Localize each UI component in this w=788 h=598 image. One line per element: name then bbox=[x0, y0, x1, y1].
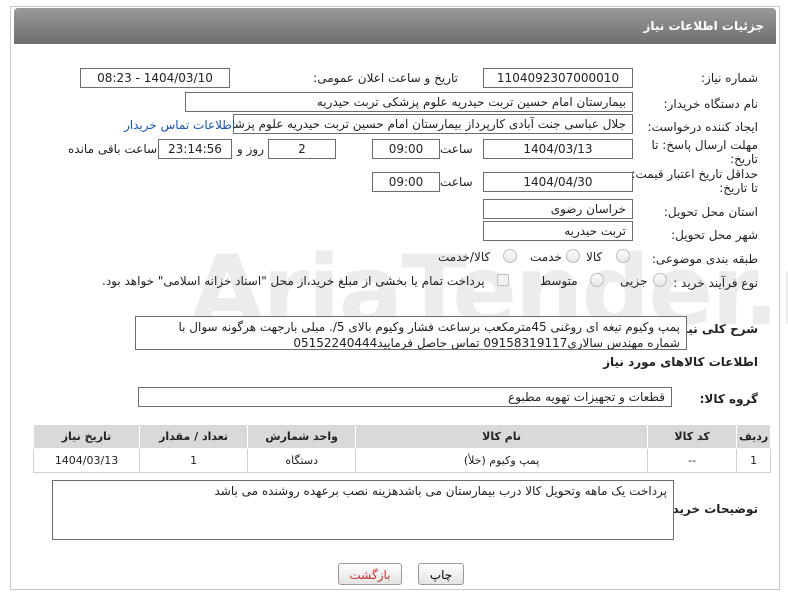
col-row-number: ردیف bbox=[736, 424, 771, 449]
price-time-label: ساعت bbox=[440, 175, 473, 189]
treasury-payment-checkbox[interactable] bbox=[497, 274, 509, 286]
category-goods-label: کالا bbox=[586, 250, 603, 264]
deadline-label-date: تاریخ: bbox=[730, 152, 758, 166]
deadline-date-field[interactable]: 1404/03/13 bbox=[483, 139, 633, 159]
category-goods-radio[interactable] bbox=[616, 249, 630, 263]
deadline-time-label: ساعت bbox=[440, 142, 473, 156]
days-remaining-field[interactable]: 2 bbox=[268, 139, 336, 159]
price-validity-label: حداقل تاریخ اعتبار قیمت: bbox=[631, 167, 758, 181]
cell-item-name: پمپ وکیوم (خلأ) bbox=[355, 448, 648, 473]
col-need-date: تاریخ نیاز bbox=[32, 424, 141, 449]
buyer-notes-textarea[interactable]: پرداخت یک ماهه وتحویل کالا درب بیمارستان… bbox=[52, 480, 674, 540]
buyer-org-label: نام دستگاه خریدار: bbox=[663, 97, 759, 111]
col-item-name: نام کالا bbox=[355, 424, 648, 449]
cell-unit: دستگاه bbox=[247, 448, 357, 473]
buyer-org-field[interactable]: بیمارستان امام حسین تربت حیدریه علوم پزش… bbox=[185, 92, 633, 112]
process-type-label: نوع فرآیند خرید : bbox=[673, 276, 758, 290]
description-textarea[interactable]: پمپ وکیوم تیغه ای روغنی 45مترمکعب برساعت… bbox=[135, 316, 687, 350]
price-validity-time-field[interactable]: 09:00 bbox=[372, 172, 440, 192]
deadline-label: مهلت ارسال پاسخ: تا bbox=[651, 138, 758, 152]
category-label: طبقه بندی موضوعی: bbox=[651, 252, 758, 266]
treasury-payment-note: پرداخت تمام یا بخشی از مبلغ خرید،از محل … bbox=[102, 274, 485, 288]
page-title: جزئیات اطلاعات نیاز bbox=[14, 8, 776, 44]
col-item-code: کد کالا bbox=[646, 424, 738, 449]
requester-label: ایجاد کننده درخواست: bbox=[647, 120, 758, 134]
remaining-time-field[interactable]: 23:14:56 bbox=[158, 139, 232, 159]
province-field[interactable]: خراسان رضوی bbox=[483, 199, 633, 219]
col-quantity: تعداد / مقدار bbox=[139, 424, 249, 449]
category-both-label: کالا/خدمت bbox=[438, 250, 491, 264]
remaining-label: ساعت باقی مانده bbox=[68, 142, 158, 156]
process-medium-label: متوسط bbox=[540, 274, 578, 288]
process-medium-radio[interactable] bbox=[590, 273, 604, 287]
print-button[interactable]: چاپ bbox=[418, 563, 464, 585]
category-both-radio[interactable] bbox=[503, 249, 517, 263]
need-number-label: شماره نیاز: bbox=[701, 71, 758, 85]
province-label: استان محل تحویل: bbox=[663, 205, 758, 219]
back-button[interactable]: بازگشت bbox=[338, 563, 402, 585]
cell-need-date: 1404/03/13 bbox=[32, 448, 141, 473]
city-label: شهر محل تحویل: bbox=[671, 228, 758, 242]
table-row[interactable]: 1 -- پمپ وکیوم (خلأ) دستگاه 1 1404/03/13 bbox=[32, 448, 771, 473]
days-label: روز و bbox=[237, 142, 264, 156]
deadline-time-field[interactable]: 09:00 bbox=[372, 139, 440, 159]
price-validity-label-date: تا تاریخ: bbox=[719, 181, 758, 195]
process-minor-label: جزیی bbox=[620, 274, 648, 288]
requester-field[interactable]: جلال عباسی جنت آبادی کارپرداز بیمارستان … bbox=[233, 114, 633, 134]
category-service-radio[interactable] bbox=[566, 249, 580, 263]
goods-group-field[interactable]: قطعات و تجهیزات تهویه مطبوع bbox=[138, 387, 672, 407]
goods-table-header: ردیف کد کالا نام کالا واحد شمارش تعداد /… bbox=[32, 424, 771, 449]
process-minor-radio[interactable] bbox=[653, 273, 667, 287]
goods-section-title: اطلاعات کالاهای مورد نیاز bbox=[603, 355, 758, 369]
city-field[interactable]: تربت حیدریه bbox=[483, 221, 633, 241]
goods-group-label: گروه کالا: bbox=[699, 392, 758, 406]
price-validity-date-field[interactable]: 1404/04/30 bbox=[483, 172, 633, 192]
goods-table: ردیف کد کالا نام کالا واحد شمارش تعداد /… bbox=[32, 424, 771, 473]
category-service-label: خدمت bbox=[530, 250, 562, 264]
announce-date-field[interactable]: 1404/03/10 - 08:23 bbox=[80, 68, 230, 88]
cell-row-number: 1 bbox=[736, 448, 771, 473]
buyer-contact-link[interactable]: اطلاعات تماس خریدار bbox=[124, 118, 235, 132]
announce-date-label: تاریخ و ساعت اعلان عمومی: bbox=[313, 71, 458, 85]
cell-quantity: 1 bbox=[139, 448, 249, 473]
col-unit: واحد شمارش bbox=[247, 424, 357, 449]
cell-item-code: -- bbox=[646, 448, 738, 473]
need-number-field[interactable]: 1104092307000010 bbox=[483, 68, 633, 88]
